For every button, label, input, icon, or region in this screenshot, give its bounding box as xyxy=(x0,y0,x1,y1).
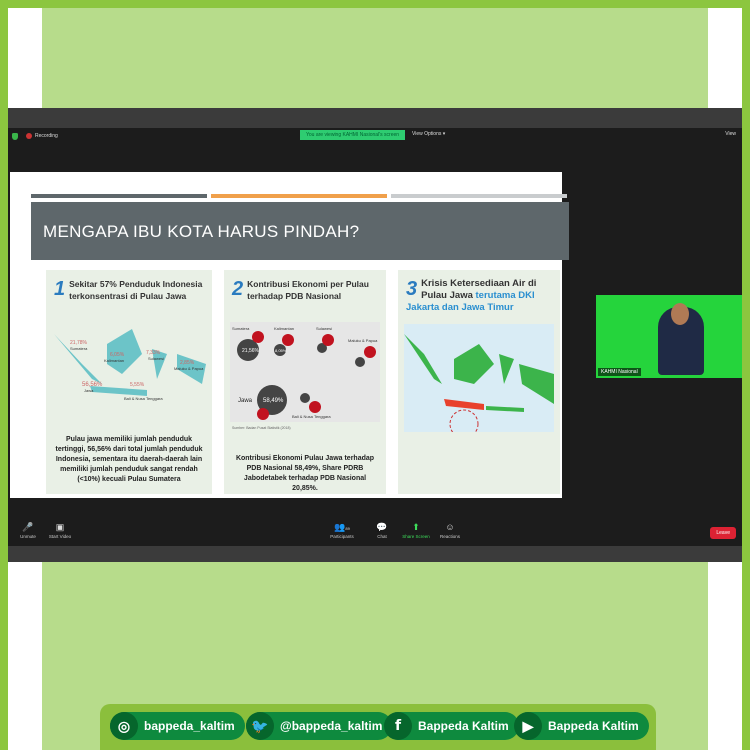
card-heading: Sekitar 57% Penduduk Indonesia terkonsen… xyxy=(69,279,203,301)
participants-label: Participants xyxy=(330,534,354,539)
start-video-label: Start Video xyxy=(48,534,72,539)
zoom-toolbar: 🎤 Unmute ▣ Start Video 👥89 Participants 💬 Ch… xyxy=(8,518,742,546)
facebook-label: Bappeda Kaltim xyxy=(418,719,509,733)
card-heading: Kontribusi Ekonomi per Pulau terhadap PD… xyxy=(247,279,369,301)
participant-name: KAHMI Nasional xyxy=(598,368,641,376)
youtube-label: Bappeda Kaltim xyxy=(548,719,639,733)
leave-button[interactable]: Leave xyxy=(710,527,736,539)
youtube-icon: ▶ xyxy=(514,712,542,740)
twitter-link[interactable]: 🐦 @bappeda_kaltim xyxy=(246,712,393,740)
indonesia-map: 21,78% Sumatera 6,05% Kalimantan 7,33% Sula… xyxy=(52,324,206,424)
instagram-icon: ◎ xyxy=(110,712,138,740)
map-label: Sulawesi xyxy=(148,356,164,361)
zoom-top-area xyxy=(8,108,742,128)
facebook-link[interactable]: f Bappeda Kaltim xyxy=(384,712,519,740)
map-label: Sumatera xyxy=(70,346,88,351)
card-number: 1 xyxy=(54,278,66,300)
map-label: Jawa xyxy=(84,388,94,393)
zoom-window: Recording You are viewing KAHMI Nasional… xyxy=(8,108,742,562)
map-label: Maluku & Papua xyxy=(348,338,378,343)
map-label: Sulawesi xyxy=(316,326,332,331)
shield-icon xyxy=(12,132,18,140)
participants-button[interactable]: 👥89 Participants xyxy=(322,522,362,539)
zoom-status-bar: Recording You are viewing KAHMI Nasional… xyxy=(8,128,742,144)
reactions-label: Reactions xyxy=(439,534,460,539)
chat-label: Chat xyxy=(377,534,387,539)
slide-stripes xyxy=(31,194,567,198)
video-off-icon: ▣ xyxy=(55,522,65,532)
map-label: 21,56% xyxy=(242,348,260,354)
facebook-icon: f xyxy=(384,712,412,740)
map-label: Kalimantan xyxy=(274,326,294,331)
map-label: Sumatera xyxy=(232,326,250,331)
map-label: 5,55% xyxy=(130,382,145,388)
unmute-label: Unmute xyxy=(20,534,36,539)
map-label: 58,49% xyxy=(263,398,284,404)
reactions-icon: ☺ xyxy=(445,522,455,532)
map-label: Bali & Nusa Tenggara xyxy=(124,396,163,401)
participants-count: 89 xyxy=(345,526,350,531)
economy-map: Sumatera 21,56% Kalimantan 8,05% Sulawesi M… xyxy=(230,322,380,422)
zoom-bottom-area xyxy=(8,546,742,562)
recording-icon xyxy=(26,133,32,139)
participants-icon: 👥89 xyxy=(334,522,350,532)
source-note: Sumber: Badan Pusat Statistik (2018) xyxy=(232,426,291,430)
speaker-head xyxy=(671,303,689,325)
map-label: Kalimantan xyxy=(104,358,124,363)
shared-slide: MENGAPA IBU KOTA HARUS PINDAH? 1 Sekitar… xyxy=(10,172,569,498)
map-label: Maluku & Papua xyxy=(174,366,204,371)
map-label: Bali & Nusa Tenggara xyxy=(292,414,331,419)
youtube-link[interactable]: ▶ Bappeda Kaltim xyxy=(514,712,649,740)
water-map xyxy=(404,324,554,439)
twitter-icon: 🐦 xyxy=(246,712,274,740)
card-description: Kontribusi Ekonomi Pulau Jawa terhadap P… xyxy=(235,455,375,492)
card-economy: 2 Kontribusi Ekonomi per Pulau terhadap … xyxy=(224,270,386,494)
view-button[interactable]: View xyxy=(725,131,736,137)
start-video-button[interactable]: ▣ Start Video xyxy=(40,522,80,539)
card-description: Pulau jawa memiliki jumlah penduduk tert… xyxy=(55,436,203,483)
share-screen-label: Share Screen xyxy=(402,534,430,539)
reactions-button[interactable]: ☺ Reactions xyxy=(430,522,470,539)
instagram-link[interactable]: ◎ bappeda_kaltim xyxy=(110,712,245,740)
card-number: 2 xyxy=(232,278,244,300)
card-number: 3 xyxy=(406,278,418,300)
map-label: 8,05% xyxy=(275,348,287,353)
participant-video[interactable]: KAHMI Nasional xyxy=(596,295,742,378)
view-options-button[interactable]: View Options ▾ xyxy=(412,131,445,137)
slide-title: MENGAPA IBU KOTA HARUS PINDAH? xyxy=(31,202,569,260)
viewing-banner: You are viewing KAHMI Nasional's screen xyxy=(300,130,406,140)
twitter-label: @bappeda_kaltim xyxy=(280,719,383,733)
card-population: 1 Sekitar 57% Penduduk Indonesia terkons… xyxy=(46,270,212,494)
recording-label: Recording xyxy=(35,133,58,139)
instagram-label: bappeda_kaltim xyxy=(144,719,235,733)
map-label: Jawa xyxy=(238,398,253,404)
social-footer: ◎ bappeda_kaltim 🐦 @bappeda_kaltim f Bapped… xyxy=(100,704,656,750)
card-water: 3 Krisis Ketersediaan Air di Pulau Jawa … xyxy=(398,270,560,494)
